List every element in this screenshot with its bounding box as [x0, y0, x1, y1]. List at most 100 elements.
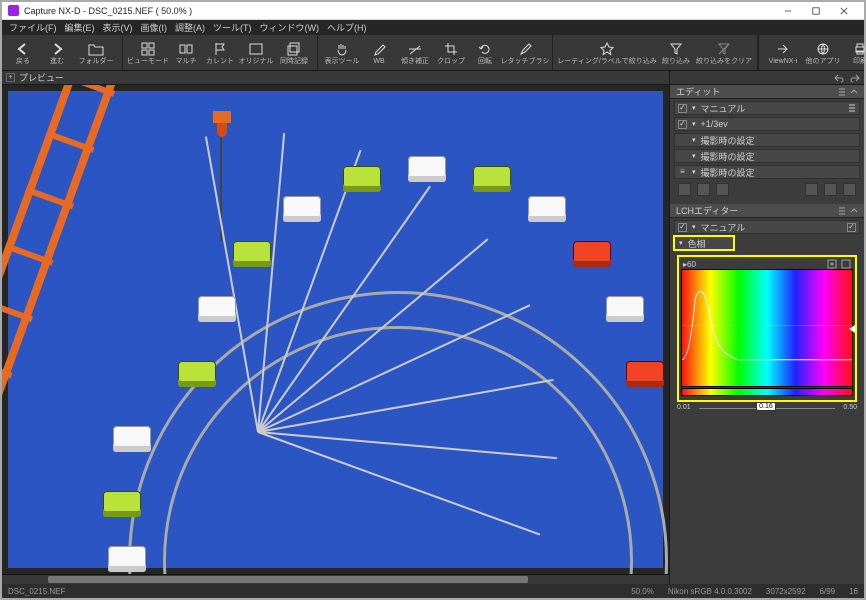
- minimize-button[interactable]: [774, 2, 802, 19]
- menu-icon[interactable]: [838, 207, 846, 215]
- expand-toggle[interactable]: +: [6, 73, 15, 82]
- tool-4-icon[interactable]: [805, 183, 818, 196]
- row-label: +1/3ev: [701, 119, 728, 129]
- edit-row-shoot2[interactable]: ▾ 撮影時の設定: [674, 149, 860, 163]
- back-button[interactable]: 戻る: [6, 35, 40, 70]
- lch-row-manual[interactable]: ✓ ▾ マニュアル ✓: [674, 220, 860, 234]
- crane-hook: [203, 111, 273, 161]
- cabin: [528, 196, 566, 222]
- folder-button[interactable]: フォルダー: [74, 35, 118, 70]
- cabin: [178, 361, 216, 387]
- filter-clear-button[interactable]: 絞り込みをクリア: [695, 35, 753, 70]
- current-button[interactable]: カレント: [203, 35, 237, 70]
- reset-icon[interactable]: [841, 259, 851, 269]
- photo-canvas: [8, 91, 663, 568]
- row-label: マニュアル: [701, 102, 746, 115]
- menu-file[interactable]: ファイル(F): [6, 21, 60, 34]
- preview-tab[interactable]: プレビュー: [19, 71, 64, 84]
- handle-right[interactable]: [849, 325, 855, 333]
- checkbox-icon[interactable]: ✓: [678, 120, 687, 129]
- cabin: [233, 241, 271, 267]
- cabin: [343, 166, 381, 192]
- viewmode-button[interactable]: ビューモード: [127, 35, 169, 70]
- image-viewer[interactable]: [2, 85, 669, 574]
- scrollbar-thumb[interactable]: [48, 576, 528, 583]
- edit-row-manual[interactable]: ✓ ▾ マニュアル: [674, 101, 860, 115]
- tool-3-icon[interactable]: [716, 183, 729, 196]
- lch-row-hue[interactable]: ▾ 色相: [674, 236, 734, 250]
- print-button[interactable]: 印刷: [843, 35, 866, 70]
- globe-icon: [815, 41, 831, 57]
- rating-button[interactable]: レーティング/ラベルで絞り込み: [557, 35, 657, 70]
- brush-button[interactable]: レタッチブラシ: [502, 35, 548, 70]
- menu-tool[interactable]: ツール(T): [210, 21, 255, 34]
- menu-help[interactable]: ヘルプ(H): [324, 21, 370, 34]
- menu-image[interactable]: 画像(I): [138, 21, 171, 34]
- other-app-button[interactable]: 他のアプリ: [803, 35, 843, 70]
- wb-button[interactable]: WB: [362, 35, 396, 70]
- edit-row-shoot3[interactable]: ≡ ▾ 撮影時の設定: [674, 165, 860, 179]
- hand-icon: [334, 41, 350, 57]
- menu-icon[interactable]: [838, 88, 846, 96]
- menu-view[interactable]: 表示(V): [100, 21, 136, 34]
- slider-handle[interactable]: 0.16: [756, 402, 776, 411]
- viewnx-button[interactable]: ViewNX-i: [763, 35, 803, 70]
- image-icon: [248, 41, 264, 57]
- menu-icon[interactable]: [848, 104, 856, 112]
- tool-6-icon[interactable]: [843, 183, 856, 196]
- maximize-button[interactable]: [802, 2, 830, 19]
- title-zoom: 50.0%: [161, 6, 187, 16]
- menu-adjust[interactable]: 調整(A): [172, 21, 208, 34]
- chevron-up-icon[interactable]: [850, 88, 858, 96]
- horizontal-scrollbar[interactable]: [2, 574, 669, 584]
- title-zoom-close: ): [187, 6, 193, 16]
- edit-panel-header[interactable]: エディット: [670, 85, 864, 99]
- flag-icon: [212, 41, 228, 57]
- edit-row-shoot1[interactable]: ▾ 撮影時の設定: [674, 133, 860, 147]
- hue-curve: [682, 270, 852, 381]
- tool-5-icon[interactable]: [824, 183, 837, 196]
- close-button[interactable]: [830, 2, 858, 19]
- checkbox-icon[interactable]: ✓: [678, 104, 687, 113]
- forward-icon: [49, 41, 65, 57]
- forward-button[interactable]: 進む: [40, 35, 74, 70]
- row-label: 撮影時の設定: [701, 150, 755, 163]
- filter-button[interactable]: 絞り込み: [657, 35, 695, 70]
- status-index: 6/99: [820, 587, 836, 596]
- title-sep: -: [81, 6, 89, 16]
- menu-window[interactable]: ウィンドウ(W): [257, 21, 323, 34]
- edit-panel-title: エディット: [676, 85, 720, 98]
- add-point-icon[interactable]: [827, 259, 837, 269]
- checkbox-icon[interactable]: ✓: [678, 223, 687, 232]
- slider-track[interactable]: 0.16: [699, 405, 835, 411]
- slider-min: 0.01: [677, 404, 699, 411]
- rotate-button[interactable]: 回転: [468, 35, 502, 70]
- cabin: [198, 296, 236, 322]
- display-tool-button[interactable]: 表示ツール: [322, 35, 362, 70]
- grid-icon: [140, 41, 156, 57]
- tool-1-icon[interactable]: [678, 183, 691, 196]
- undo-icon[interactable]: [834, 73, 844, 83]
- edit-row-exposure[interactable]: ✓ ▾ +1/3ev: [674, 117, 860, 131]
- toolbar: 戻る 進む フォルダー ビューモード マルチ カレント オリジナル 同時記録 表…: [2, 35, 864, 71]
- menu-edit[interactable]: 編集(E): [62, 21, 98, 34]
- row-label: 撮影時の設定: [701, 134, 755, 147]
- list-icon[interactable]: ≡: [678, 168, 687, 177]
- status-bar: DSC_0215.NEF 50.0% Nikon sRGB 4.0.0.3002…: [2, 584, 864, 598]
- tool-2-icon[interactable]: [697, 183, 710, 196]
- hue-spectrum[interactable]: [681, 269, 853, 387]
- redo-icon[interactable]: [850, 73, 860, 83]
- slope-button[interactable]: 傾き補正: [396, 35, 434, 70]
- record-button[interactable]: 同時記録: [275, 35, 313, 70]
- chevron-down-icon: ▾: [691, 223, 697, 231]
- original-button[interactable]: オリジナル: [237, 35, 275, 70]
- titlebar: Capture NX-D - DSC_0215.NEF ( 50.0% ): [2, 2, 864, 20]
- hue-value: 60: [687, 260, 696, 269]
- lch-panel-header[interactable]: LCHエディター: [670, 204, 864, 218]
- checkbox-icon[interactable]: ✓: [847, 223, 856, 232]
- chevron-up-icon[interactable]: [850, 207, 858, 215]
- crop-button[interactable]: クロップ: [434, 35, 468, 70]
- multi-button[interactable]: マルチ: [169, 35, 203, 70]
- status-zoom: 50.0%: [631, 587, 654, 596]
- hue-target-strip[interactable]: [681, 388, 853, 396]
